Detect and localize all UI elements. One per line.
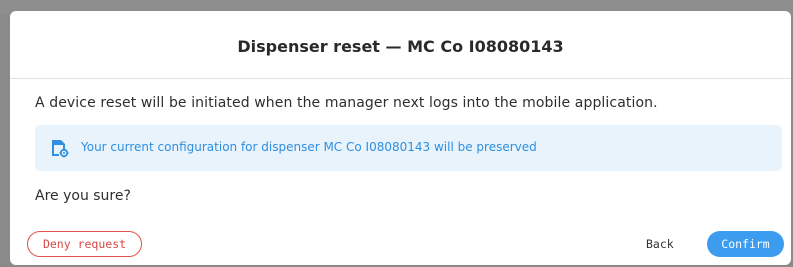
reset-dialog: Dispenser reset — MC Co I08080143 A devi… — [10, 11, 791, 265]
title-divider — [10, 78, 791, 79]
dialog-title: Dispenser reset — MC Co I08080143 — [237, 37, 564, 56]
back-button[interactable]: Back — [646, 234, 674, 254]
device-settings-icon — [49, 138, 69, 158]
info-banner: Your current configuration for dispenser… — [35, 125, 782, 171]
confirm-button[interactable]: Confirm — [707, 231, 784, 257]
info-text: Your current configuration for dispenser… — [81, 140, 537, 154]
confirmation-question: Are you sure? — [35, 188, 131, 204]
deny-request-button[interactable]: Deny request — [27, 231, 142, 257]
reset-message: A device reset will be initiated when th… — [35, 95, 658, 111]
